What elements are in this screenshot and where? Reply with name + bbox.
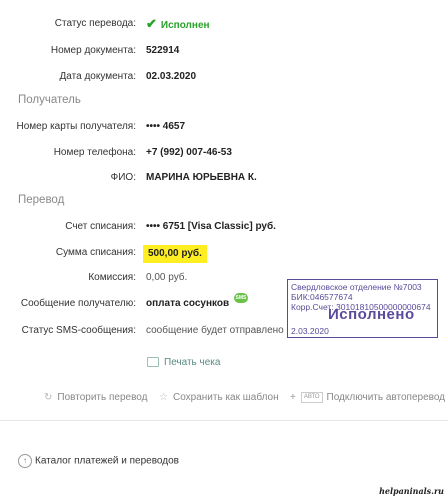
bank-stamp: Свердловское отделение №7003 БИК:0465776… xyxy=(287,279,438,338)
catalog-label: Каталог платежей и переводов xyxy=(35,455,179,467)
message-value: оплата сосунков SMS xyxy=(146,293,248,312)
repeat-transfer-label: Повторить перевод xyxy=(57,392,148,403)
doc-date-row: Дата документа: 02.03.2020 xyxy=(0,69,448,85)
amount-row: Сумма списания: 500,00 руб. xyxy=(0,245,448,263)
card-value: •••• 4657 xyxy=(146,121,186,132)
phone-row: Номер телефона: +7 (992) 007-46-53 xyxy=(0,145,448,161)
status-text: Исполнен xyxy=(160,20,210,31)
amount-value: 500,00 руб. xyxy=(143,245,207,263)
message-text: оплата сосунков xyxy=(146,298,230,309)
message-label: Сообщение получателю: xyxy=(20,298,136,309)
stamp-branch: Свердловское отделение №7003 xyxy=(291,282,422,292)
printer-icon xyxy=(147,357,159,368)
print-receipt-link[interactable]: Печать чека xyxy=(147,357,220,368)
catalog-link[interactable]: ↑ Каталог платежей и переводов xyxy=(18,454,179,468)
doc-number-row: Номер документа: 522914 xyxy=(0,43,448,59)
doc-number-value: 522914 xyxy=(146,45,180,56)
separator xyxy=(0,420,448,421)
stamp-bik: БИК:046577674 xyxy=(291,292,353,302)
star-icon: ☆ xyxy=(159,392,168,403)
account-value: •••• 6751 [Visa Classic] руб. xyxy=(146,221,276,232)
amount-label: Сумма списания: xyxy=(55,247,136,258)
repeat-icon: ↻ xyxy=(44,392,53,403)
account-label: Счет списания: xyxy=(65,221,136,232)
doc-date-value: 02.03.2020 xyxy=(146,71,197,82)
sms-bubble-icon: SMS xyxy=(233,293,248,303)
sms-status-label: Статус SMS-сообщения: xyxy=(21,325,136,336)
save-template-label: Сохранить как шаблон xyxy=(172,392,279,403)
phone-label: Номер телефона: xyxy=(53,147,136,158)
print-receipt-label: Печать чека xyxy=(164,357,221,368)
fee-label: Комиссия: xyxy=(88,272,136,283)
phone-value: +7 (992) 007-46-53 xyxy=(146,147,232,158)
checkmark-icon: ✔ xyxy=(146,16,157,31)
name-row: ФИО: МАРИНА ЮРЬЕВНА К. xyxy=(0,170,448,186)
section-title-transfer: Перевод xyxy=(18,194,65,206)
account-row: Счет списания: •••• 6751 [Visa Classic] … xyxy=(0,219,448,235)
stamp-date: 2.03.2020 xyxy=(291,326,329,336)
auto-badge: АВТО xyxy=(300,392,323,403)
watermark: helpaninals.ru xyxy=(379,486,444,496)
doc-date-label: Дата документа: xyxy=(59,71,136,82)
sms-status-value: сообщение будет отправлено xyxy=(146,325,284,336)
status-label: Статус перевода: xyxy=(54,18,136,29)
name-label: ФИО: xyxy=(110,172,136,183)
autotransfer-label: Подключить автоперевод xyxy=(326,392,446,404)
plus-icon: + xyxy=(290,392,296,404)
name-value: МАРИНА ЮРЬЕВНА К. xyxy=(146,172,257,183)
section-title-recipient: Получатель xyxy=(18,94,81,106)
doc-number-label: Номер документа: xyxy=(50,45,136,56)
status-value: ✔ Исполнен xyxy=(146,16,210,34)
repeat-transfer-button[interactable]: ↻ Повторить перевод xyxy=(44,392,147,403)
autotransfer-button[interactable]: + АВТО Подключить автоперевод xyxy=(290,392,445,403)
status-row: Статус перевода: ✔ Исполнен xyxy=(0,16,448,32)
arrow-up-icon: ↑ xyxy=(18,454,32,468)
fee-value: 0,00 руб. xyxy=(146,272,188,283)
save-template-button[interactable]: ☆ Сохранить как шаблон xyxy=(159,392,279,403)
stamp-executed: Исполнено xyxy=(328,306,415,323)
card-label: Номер карты получателя: xyxy=(16,121,136,132)
card-row: Номер карты получателя: •••• 4657 xyxy=(0,119,448,135)
